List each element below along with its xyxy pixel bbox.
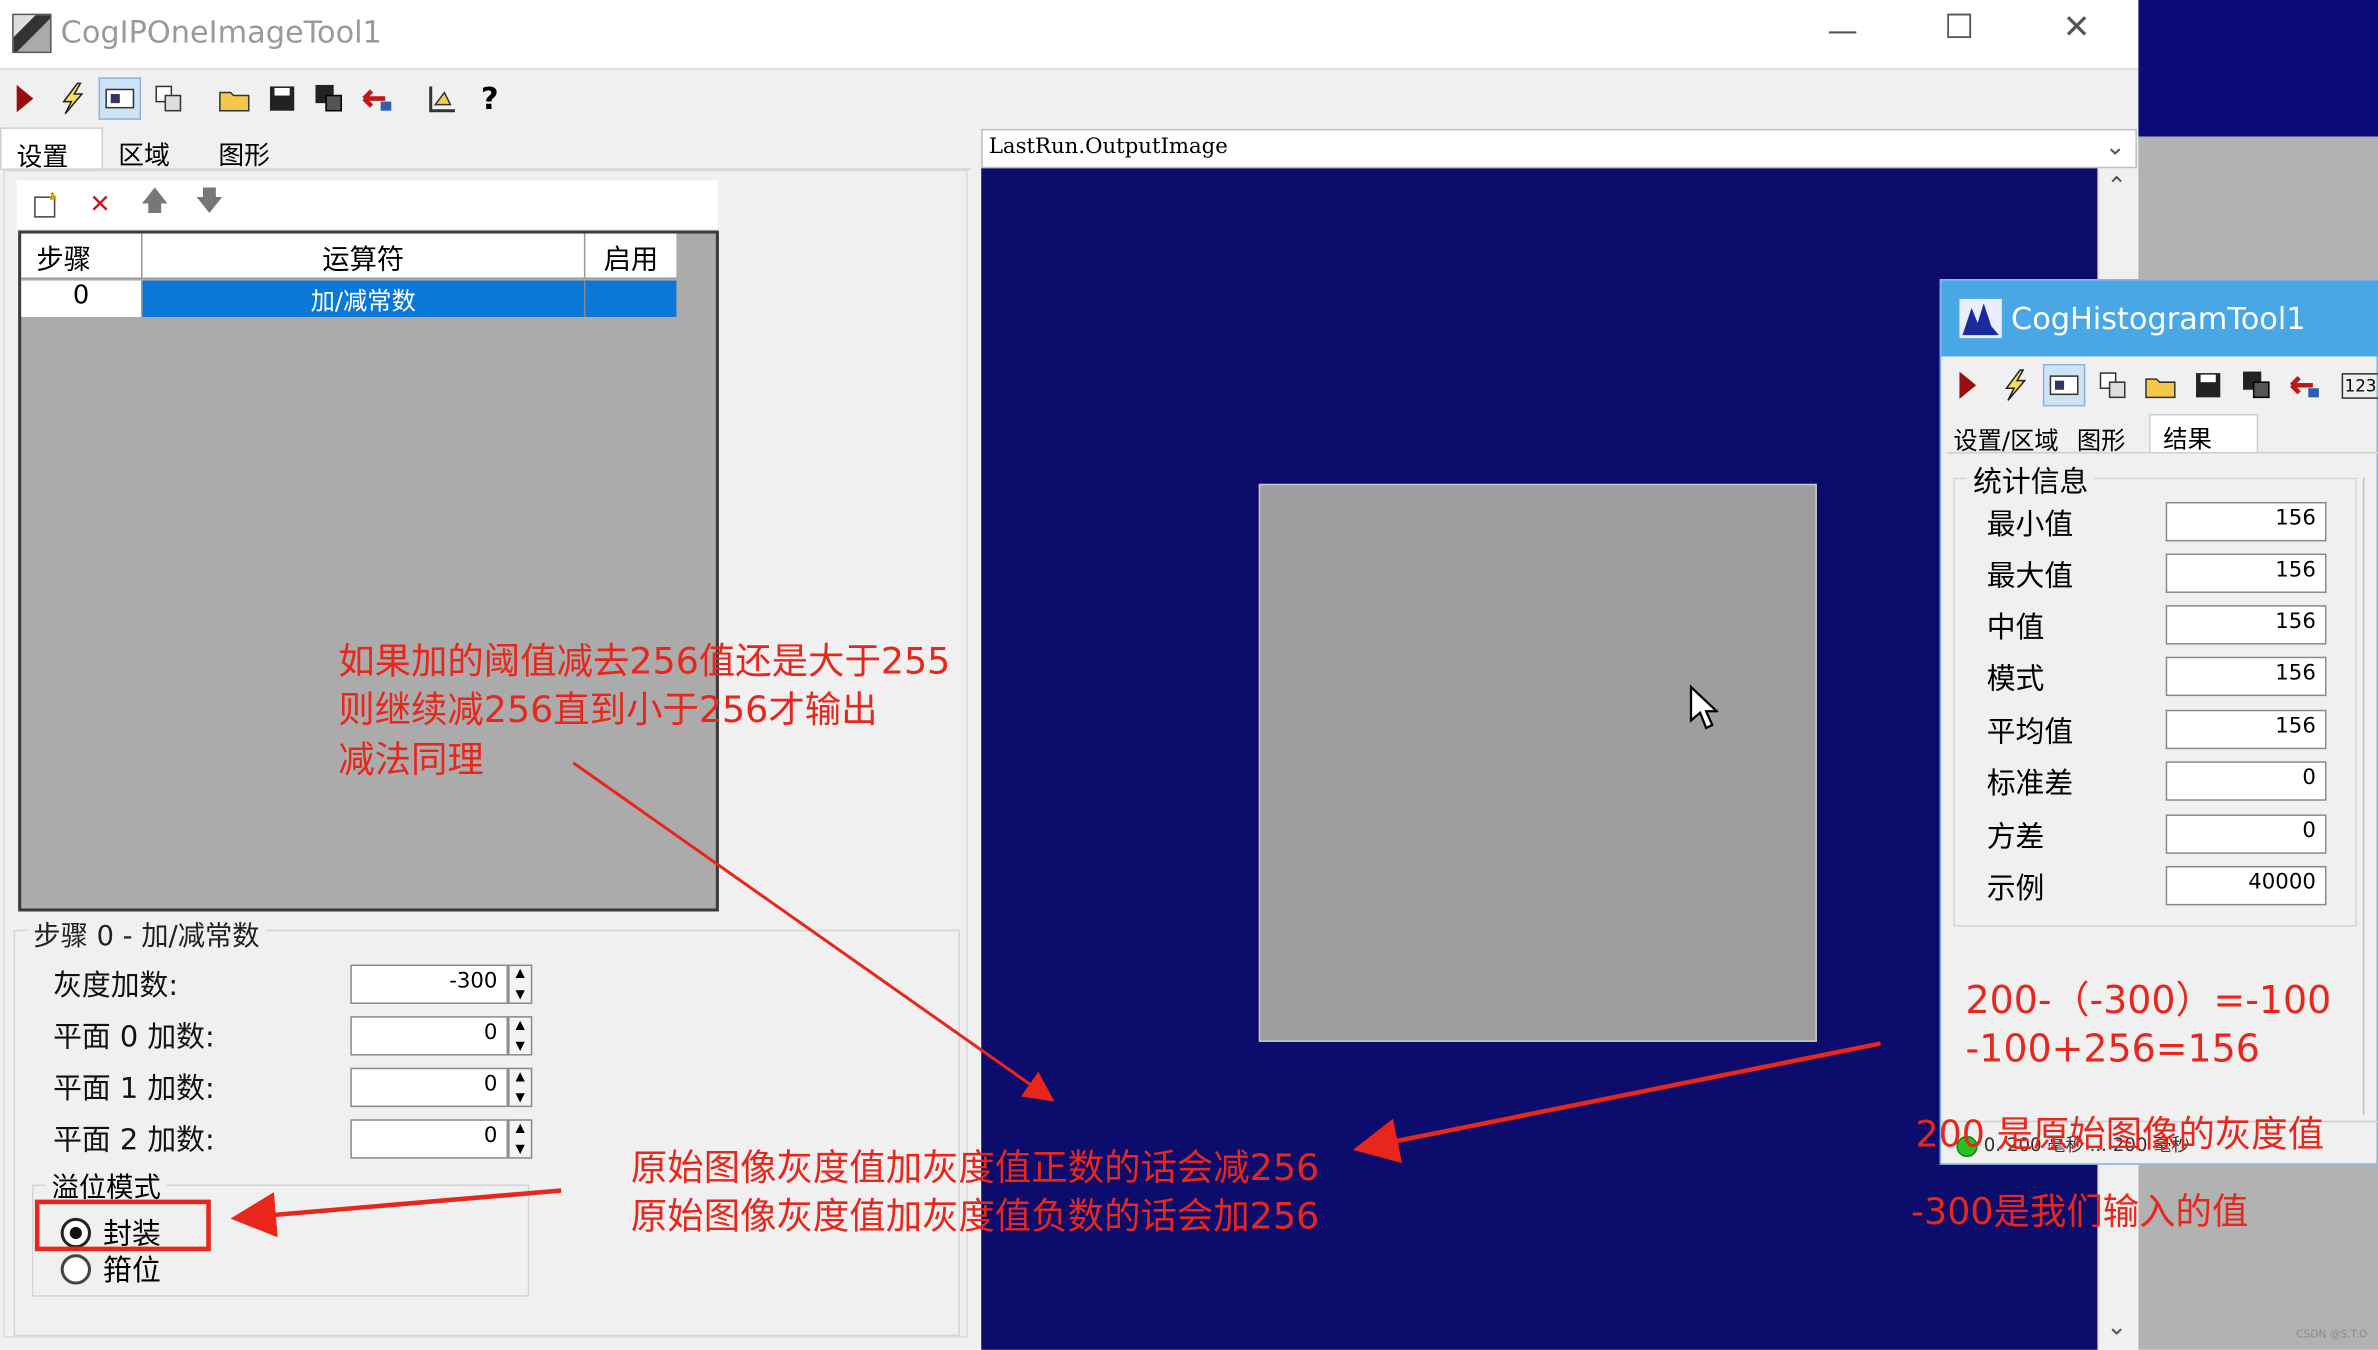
annotation-arrows <box>230 761 1882 1238</box>
arrow-to-image <box>1352 1041 1882 1164</box>
arrow-to-note2 <box>572 761 1055 1102</box>
arrow-to-highlight <box>230 1188 562 1238</box>
